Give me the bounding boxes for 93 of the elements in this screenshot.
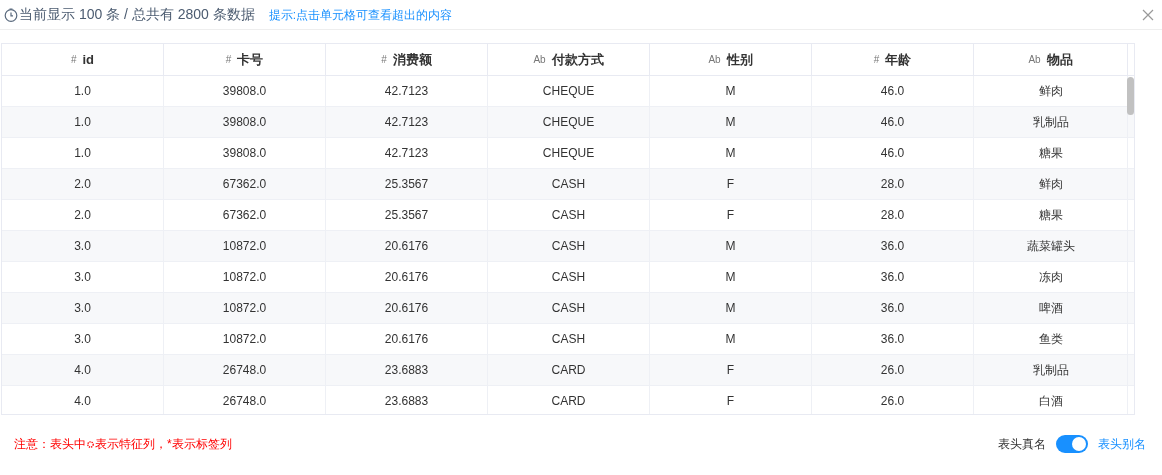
table-cell[interactable]: 4.0 xyxy=(2,355,164,385)
table-cell[interactable]: 39808.0 xyxy=(164,76,326,106)
toggle-switch[interactable] xyxy=(1056,435,1088,453)
column-header[interactable]: # 消费额 xyxy=(326,44,488,75)
table-cell[interactable]: 36.0 xyxy=(812,324,974,354)
table-cell[interactable]: M xyxy=(650,231,812,261)
timer-icon xyxy=(4,7,18,22)
table-cell[interactable]: CASH xyxy=(488,262,650,292)
table-cell[interactable]: 10872.0 xyxy=(164,262,326,292)
table-cell[interactable]: 2.0 xyxy=(2,200,164,230)
toggle-label: 表头别名 xyxy=(1098,436,1146,453)
table-cell[interactable]: F xyxy=(650,200,812,230)
table-cell[interactable]: 42.7123 xyxy=(326,76,488,106)
gear-icon xyxy=(86,439,95,449)
table-cell[interactable]: 10872.0 xyxy=(164,293,326,323)
table-cell[interactable]: 1.0 xyxy=(2,138,164,168)
table-cell[interactable]: 39808.0 xyxy=(164,138,326,168)
table-cell[interactable]: 67362.0 xyxy=(164,200,326,230)
table-cell[interactable]: 42.7123 xyxy=(326,107,488,137)
table-cell[interactable]: 46.0 xyxy=(812,107,974,137)
note-text: 注意：表头中 xyxy=(14,436,86,453)
table-cell[interactable]: 白酒 xyxy=(974,386,1128,414)
table-cell[interactable]: 23.6883 xyxy=(326,386,488,414)
record-count: 当前显示 100 条 / 总共有 2800 条数据 xyxy=(19,5,255,24)
table-cell[interactable]: M xyxy=(650,293,812,323)
table-cell[interactable]: CASH xyxy=(488,231,650,261)
table-cell[interactable]: 67362.0 xyxy=(164,169,326,199)
table-cell[interactable]: 1.0 xyxy=(2,107,164,137)
table-cell[interactable]: M xyxy=(650,107,812,137)
table-cell[interactable]: M xyxy=(650,138,812,168)
table-cell[interactable]: 28.0 xyxy=(812,169,974,199)
table-cell[interactable]: F xyxy=(650,386,812,414)
table-cell[interactable]: CARD xyxy=(488,386,650,414)
table-cell[interactable]: 26.0 xyxy=(812,386,974,414)
table-cell[interactable]: 36.0 xyxy=(812,293,974,323)
table-cell[interactable]: F xyxy=(650,169,812,199)
table-cell[interactable]: 3.0 xyxy=(2,324,164,354)
table-cell[interactable]: 鲜肉 xyxy=(974,169,1128,199)
table-cell[interactable]: 啤酒 xyxy=(974,293,1128,323)
table-cell[interactable]: 39808.0 xyxy=(164,107,326,137)
column-header[interactable]: # 卡号 xyxy=(164,44,326,75)
table-cell[interactable]: 糖果 xyxy=(974,138,1128,168)
table-cell[interactable]: CASH xyxy=(488,293,650,323)
column-header[interactable]: # id xyxy=(2,44,164,75)
table-cell[interactable]: CASH xyxy=(488,169,650,199)
table-cell[interactable]: 1.0 xyxy=(2,76,164,106)
table-cell[interactable]: F xyxy=(650,355,812,385)
table-cell[interactable]: 25.3567 xyxy=(326,200,488,230)
table-cell[interactable]: 冻肉 xyxy=(974,262,1128,292)
scrollbar-thumb[interactable] xyxy=(1127,77,1134,115)
table-cell[interactable]: 乳制品 xyxy=(974,355,1128,385)
hint-text: 提示:点击单元格可查看超出的内容 xyxy=(268,6,453,24)
table-cell[interactable]: 鱼类 xyxy=(974,324,1128,354)
table-cell[interactable]: 10872.0 xyxy=(164,324,326,354)
table-cell[interactable]: 26.0 xyxy=(812,355,974,385)
column-header[interactable]: Ab 物品 xyxy=(974,44,1128,75)
table-cell[interactable]: 20.6176 xyxy=(326,262,488,292)
table-cell[interactable]: 23.6883 xyxy=(326,355,488,385)
table-cell[interactable]: 26748.0 xyxy=(164,355,326,385)
table-cell[interactable]: 46.0 xyxy=(812,76,974,106)
toggle-label: 表头真名 xyxy=(998,436,1046,453)
table-cell[interactable]: 2.0 xyxy=(2,169,164,199)
table-cell[interactable]: 3.0 xyxy=(2,293,164,323)
table-cell[interactable]: M xyxy=(650,262,812,292)
table-cell[interactable]: CARD xyxy=(488,355,650,385)
table-cell[interactable]: 3.0 xyxy=(2,231,164,261)
table-cell[interactable]: 28.0 xyxy=(812,200,974,230)
table-cell[interactable]: M xyxy=(650,324,812,354)
column-header[interactable]: Ab 付款方式 xyxy=(488,44,650,75)
table-cell[interactable]: 3.0 xyxy=(2,262,164,292)
column-header[interactable]: # 年龄 xyxy=(812,44,974,75)
table-cell[interactable]: 46.0 xyxy=(812,138,974,168)
table-cell[interactable]: CHEQUE xyxy=(488,76,650,106)
close-icon[interactable] xyxy=(1142,8,1154,21)
table-cell[interactable]: 4.0 xyxy=(2,386,164,414)
table-cell[interactable]: CHEQUE xyxy=(488,107,650,137)
table-cell[interactable]: CASH xyxy=(488,324,650,354)
table-cell[interactable]: 糖果 xyxy=(974,200,1128,230)
table-cell[interactable]: 10872.0 xyxy=(164,231,326,261)
table-cell[interactable]: 42.7123 xyxy=(326,138,488,168)
column-header[interactable]: Ab 性别 xyxy=(650,44,812,75)
table-cell[interactable]: 25.3567 xyxy=(326,169,488,199)
table-cell[interactable]: M xyxy=(650,76,812,106)
table-cell[interactable]: CHEQUE xyxy=(488,138,650,168)
table-cell[interactable]: 36.0 xyxy=(812,262,974,292)
table-cell[interactable]: 26748.0 xyxy=(164,386,326,414)
table-cell[interactable]: 20.6176 xyxy=(326,231,488,261)
table-cell[interactable]: 20.6176 xyxy=(326,293,488,323)
table-cell[interactable]: 36.0 xyxy=(812,231,974,261)
table-cell[interactable]: 20.6176 xyxy=(326,324,488,354)
table-cell[interactable]: 蔬菜罐头 xyxy=(974,231,1128,261)
table-cell[interactable]: CASH xyxy=(488,200,650,230)
note-text: 表示特征列，*表示标签列 xyxy=(95,436,232,453)
